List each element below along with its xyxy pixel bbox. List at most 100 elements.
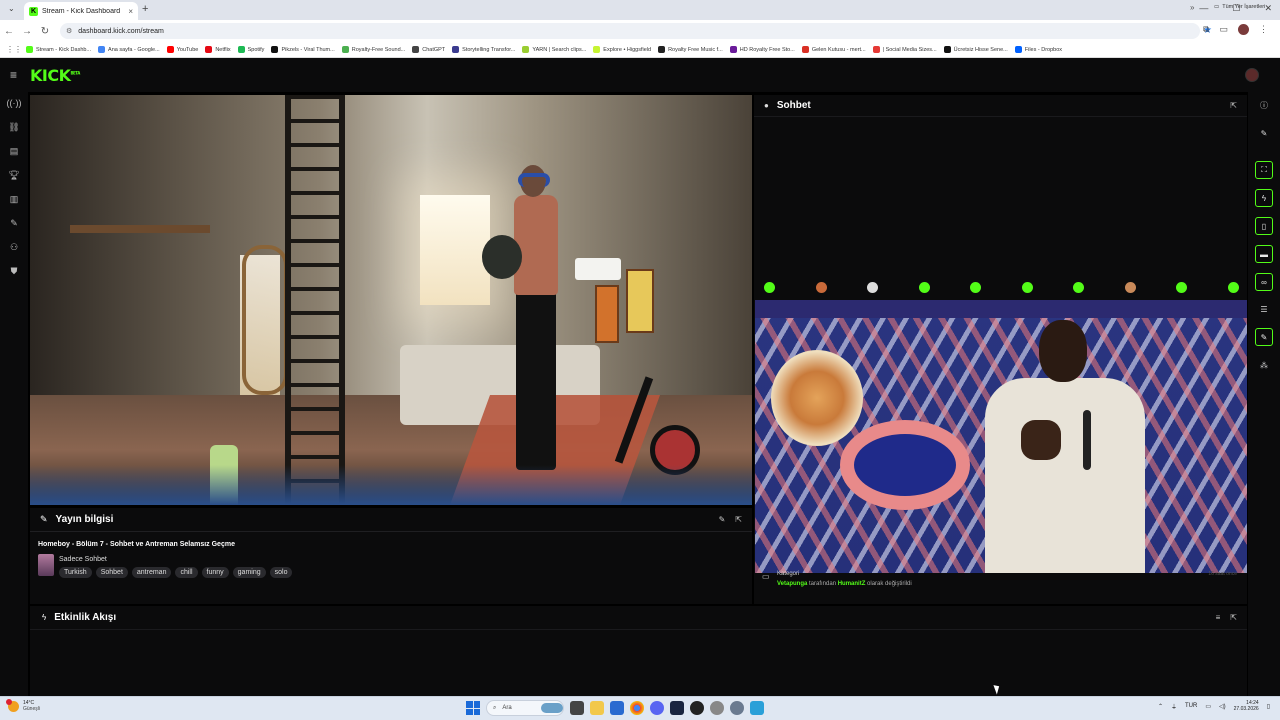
- popout-icon[interactable]: ⇱: [735, 515, 742, 524]
- volume-icon[interactable]: ◁): [1219, 703, 1226, 710]
- edit-pencil-icon[interactable]: ✎: [1255, 124, 1273, 142]
- library-icon[interactable]: ▥: [6, 191, 22, 207]
- message-user[interactable]: Vetapunga: [777, 581, 807, 587]
- calculator-icon[interactable]: [750, 701, 764, 715]
- lightning-icon[interactable]: ϟ: [1255, 189, 1273, 207]
- windows-start-icon[interactable]: [466, 701, 480, 715]
- site-info-icon[interactable]: ⚙: [66, 27, 72, 35]
- bookmark-item[interactable]: Explore • Higgsfield: [593, 46, 651, 53]
- bookmark-item[interactable]: | Social Media Sizes...: [872, 46, 937, 53]
- emote-icon[interactable]: [970, 282, 982, 293]
- bookmark-item[interactable]: ChatGPT: [412, 46, 445, 53]
- message-target[interactable]: HumanitZ: [838, 581, 866, 587]
- emote-icon[interactable]: [1124, 282, 1136, 293]
- bookmark-item[interactable]: Spotify: [237, 46, 264, 53]
- edit-icon[interactable]: ✎: [719, 515, 726, 524]
- hamburger-menu-icon[interactable]: ≡: [10, 68, 17, 82]
- stream-broadcast-icon[interactable]: ((·)): [6, 95, 22, 111]
- sidebar-icon[interactable]: ▭: [1219, 24, 1228, 35]
- more-bookmarks-icon[interactable]: »: [1190, 3, 1194, 12]
- bookmark-item[interactable]: Storytelling Transfor...: [452, 46, 515, 53]
- clipboard-icon[interactable]: ▯: [1255, 217, 1273, 235]
- tag-chip[interactable]: chill: [175, 567, 198, 578]
- steam-icon[interactable]: [670, 701, 684, 715]
- bookmark-item[interactable]: HD Royalty Free Sto...: [729, 46, 795, 53]
- mod-icon[interactable]: ⛊: [6, 263, 22, 279]
- bookmark-item[interactable]: YouTube: [166, 46, 198, 53]
- settings-gear-icon[interactable]: [710, 701, 724, 715]
- category-name[interactable]: Sadece Sohbet: [59, 556, 107, 563]
- bookmark-item[interactable]: Files - Dropbox: [1014, 46, 1062, 53]
- emote-icon[interactable]: [815, 282, 827, 293]
- obs-icon[interactable]: [690, 701, 704, 715]
- emote-icon[interactable]: [1021, 282, 1033, 293]
- tag-chip[interactable]: Sohbet: [95, 567, 128, 578]
- clock[interactable]: 14:24 27.03.2026: [1234, 700, 1259, 712]
- stream-video-preview[interactable]: [30, 95, 752, 505]
- emote-icon[interactable]: [1176, 282, 1188, 293]
- share-nodes-icon[interactable]: ⁂: [1255, 356, 1273, 374]
- filter-icon[interactable]: ≡: [1216, 613, 1221, 622]
- tag-chip[interactable]: gaming: [232, 567, 266, 578]
- network-icon[interactable]: ▭: [1205, 703, 1211, 710]
- minimize-icon[interactable]: —: [1199, 3, 1208, 14]
- emote-icon[interactable]: [764, 282, 775, 293]
- bookmark-item[interactable]: Ücretsiz Hisse Sene...: [943, 46, 1008, 53]
- profile-avatar[interactable]: [1238, 24, 1249, 35]
- kick-logo[interactable]: KICKBETA: [30, 66, 80, 85]
- tools-icon[interactable]: ✎: [6, 215, 22, 231]
- tray-chevron-icon[interactable]: ⌃: [1158, 703, 1163, 710]
- close-tab-icon[interactable]: ×: [128, 7, 133, 16]
- tag-chip[interactable]: funny: [201, 567, 229, 578]
- file-explorer-icon[interactable]: [590, 701, 604, 715]
- store-icon[interactable]: [610, 701, 624, 715]
- emote-icon[interactable]: [1227, 282, 1239, 293]
- server-icon[interactable]: ☰: [1255, 300, 1273, 318]
- analytics-icon[interactable]: ▤: [6, 143, 22, 159]
- app-gear-icon[interactable]: [730, 701, 744, 715]
- comment-icon[interactable]: ▬: [1255, 245, 1273, 263]
- notifications-icon[interactable]: ▯: [1267, 703, 1270, 710]
- activity-popout-icon[interactable]: ⇱: [1230, 613, 1237, 622]
- task-view-icon[interactable]: [570, 701, 584, 715]
- weather-widget[interactable]: 14°C Güneşli: [6, 698, 40, 712]
- close-window-icon[interactable]: ✕: [1264, 3, 1272, 14]
- bookmark-item[interactable]: Pikzels - Viral Thum...: [271, 46, 335, 53]
- user-avatar[interactable]: [1245, 68, 1259, 82]
- bookmark-item[interactable]: Netflix: [205, 46, 231, 53]
- apps-grid-icon[interactable]: ⋮⋮: [6, 45, 26, 54]
- tab-search-icon[interactable]: ⌄: [8, 4, 15, 13]
- reload-icon[interactable]: ↻: [36, 26, 54, 37]
- discord-icon[interactable]: [650, 701, 664, 715]
- all-bookmarks-link[interactable]: ▭ Tüm Yer İşaretleri: [1214, 4, 1265, 10]
- new-tab-icon[interactable]: +: [142, 3, 148, 15]
- emote-icon[interactable]: [1073, 282, 1085, 293]
- bookmark-item[interactable]: Ana sayfa - Google...: [98, 46, 160, 53]
- bookmark-item[interactable]: Royalty Free Music f...: [658, 46, 723, 53]
- emote-icon[interactable]: [918, 282, 930, 293]
- tag-chip[interactable]: solo: [269, 567, 293, 578]
- tag-chip[interactable]: antreman: [131, 567, 172, 578]
- back-icon[interactable]: ←: [0, 26, 18, 37]
- bookmark-item[interactable]: Stream - Kick Dashb...: [26, 46, 91, 53]
- forward-icon[interactable]: →: [18, 26, 36, 37]
- emote-icon[interactable]: [867, 282, 879, 293]
- taskbar-search[interactable]: ⌕ Ara: [486, 700, 564, 716]
- clip-icon[interactable]: ⛶: [1255, 161, 1273, 179]
- chat-popout-icon[interactable]: ⇱: [1230, 101, 1237, 110]
- info-icon[interactable]: ⓘ: [1255, 96, 1273, 114]
- wrench-tool-icon[interactable]: ✎: [1255, 328, 1273, 346]
- microphone-icon[interactable]: ⏚: [1171, 702, 1177, 711]
- tag-chip[interactable]: Turkish: [59, 567, 92, 578]
- link-chain-icon[interactable]: ∞: [1255, 273, 1273, 291]
- chrome-icon[interactable]: [630, 701, 644, 715]
- bookmark-item[interactable]: YARN | Search clips...: [522, 46, 586, 53]
- community-icon[interactable]: ⚇: [6, 239, 22, 255]
- url-input[interactable]: ⚙ dashboard.kick.com/stream: [60, 23, 1200, 39]
- link-icon[interactable]: ⛓: [6, 119, 22, 135]
- browser-tab[interactable]: K Stream - Kick Dashboard ×: [24, 2, 138, 20]
- extensions-icon[interactable]: ⧉: [1203, 24, 1209, 35]
- browser-menu-icon[interactable]: ⋮: [1259, 24, 1268, 35]
- bookmark-item[interactable]: Gelen Kutusu - mert...: [801, 46, 866, 53]
- language-indicator[interactable]: TUR: [1185, 703, 1197, 709]
